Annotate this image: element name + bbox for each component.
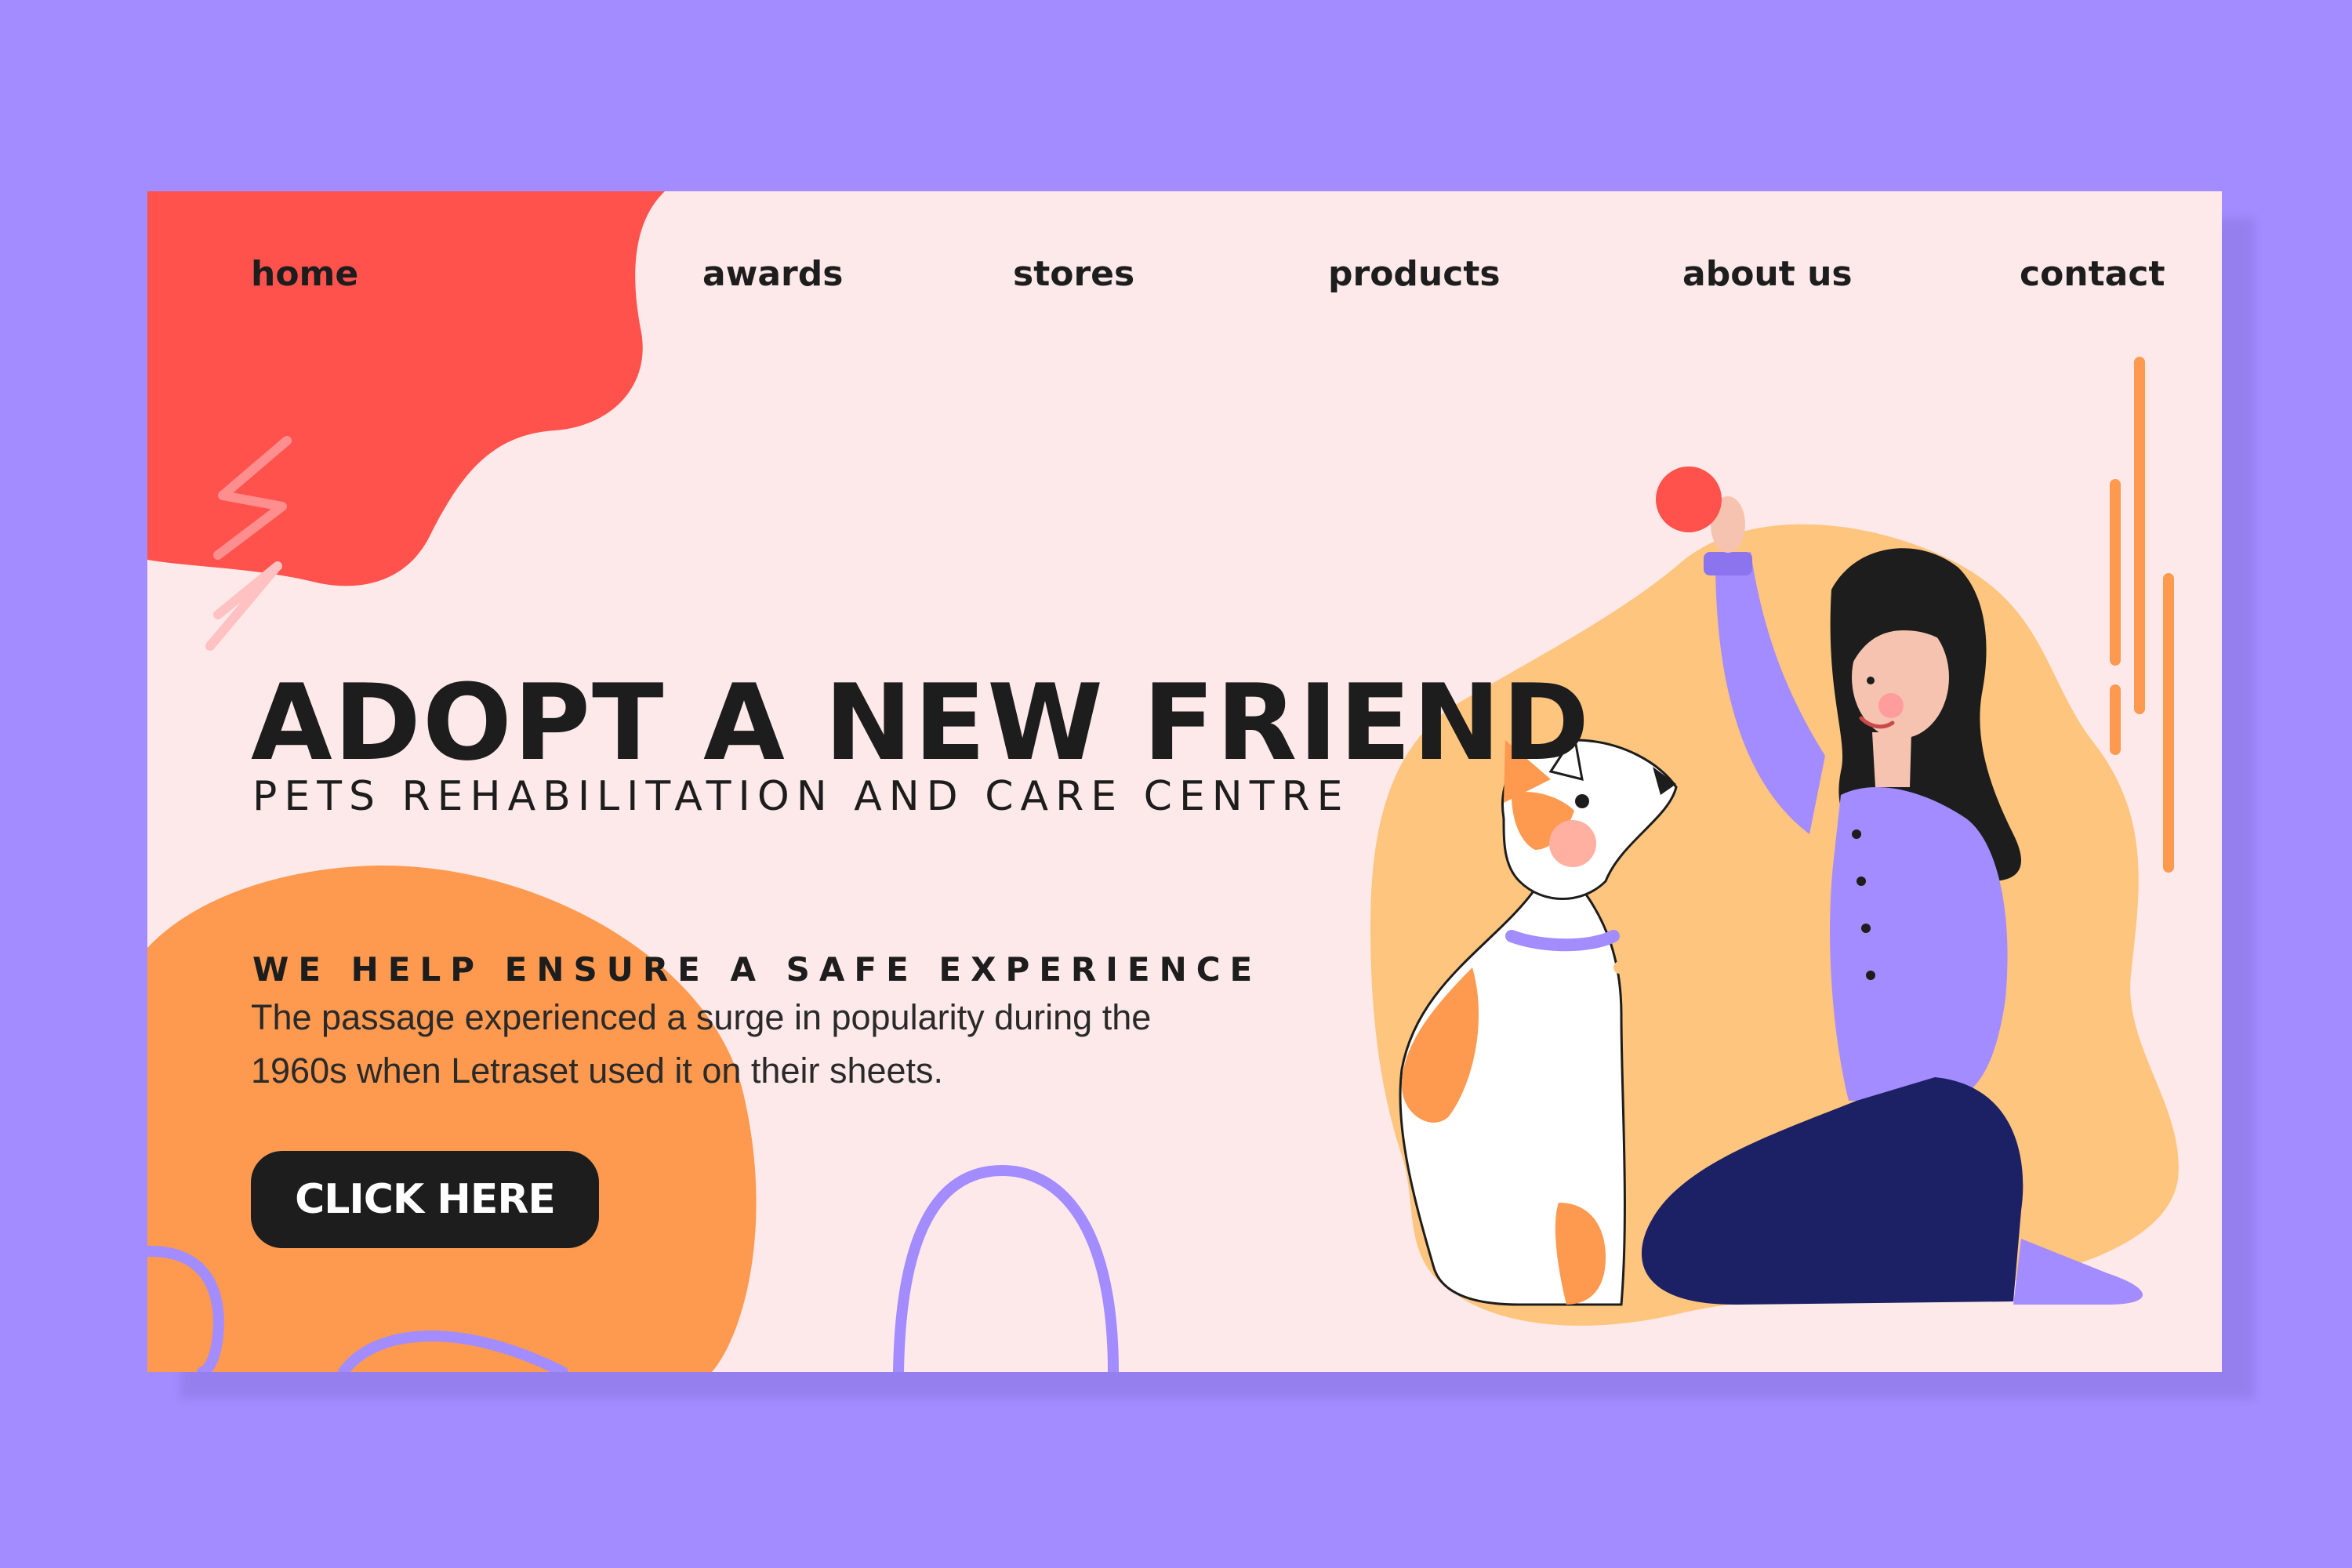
hero-subline: PETS REHABILITATION AND CARE CENTRE [252, 773, 1350, 820]
dog-eye [1575, 794, 1589, 808]
dog-tag [1613, 961, 1626, 974]
landing-card: home awards stores products about us con… [147, 191, 2222, 1372]
woman-eye [1867, 677, 1875, 684]
red-ball [1656, 466, 1722, 532]
hero-description-line-1: The passage experienced a surge in popul… [251, 997, 1152, 1037]
woman-cuff [1704, 552, 1752, 575]
dog-cheek [1549, 820, 1596, 867]
click-here-button[interactable]: CLICK HERE [251, 1151, 599, 1248]
nav-awards[interactable]: awards [702, 254, 843, 294]
nav-home[interactable]: home [251, 254, 358, 294]
hero-tagline: WE HELP ENSURE A SAFE EXPERIENCE [252, 950, 1262, 989]
hero-description-line-2: 1960s when Letraset used it on their she… [251, 1051, 944, 1091]
woman-neck [1872, 732, 1911, 787]
nav-products[interactable]: products [1328, 254, 1501, 294]
nav-about-us[interactable]: about us [1682, 254, 1853, 294]
nav-stores[interactable]: stores [1013, 254, 1134, 294]
woman-cheek [1878, 693, 1904, 718]
hero-headline: ADOPT A NEW FRIEND [251, 662, 1592, 784]
nav-contact[interactable]: contact [2020, 254, 2165, 294]
hero-description: The passage experienced a surge in popul… [251, 991, 1301, 1098]
